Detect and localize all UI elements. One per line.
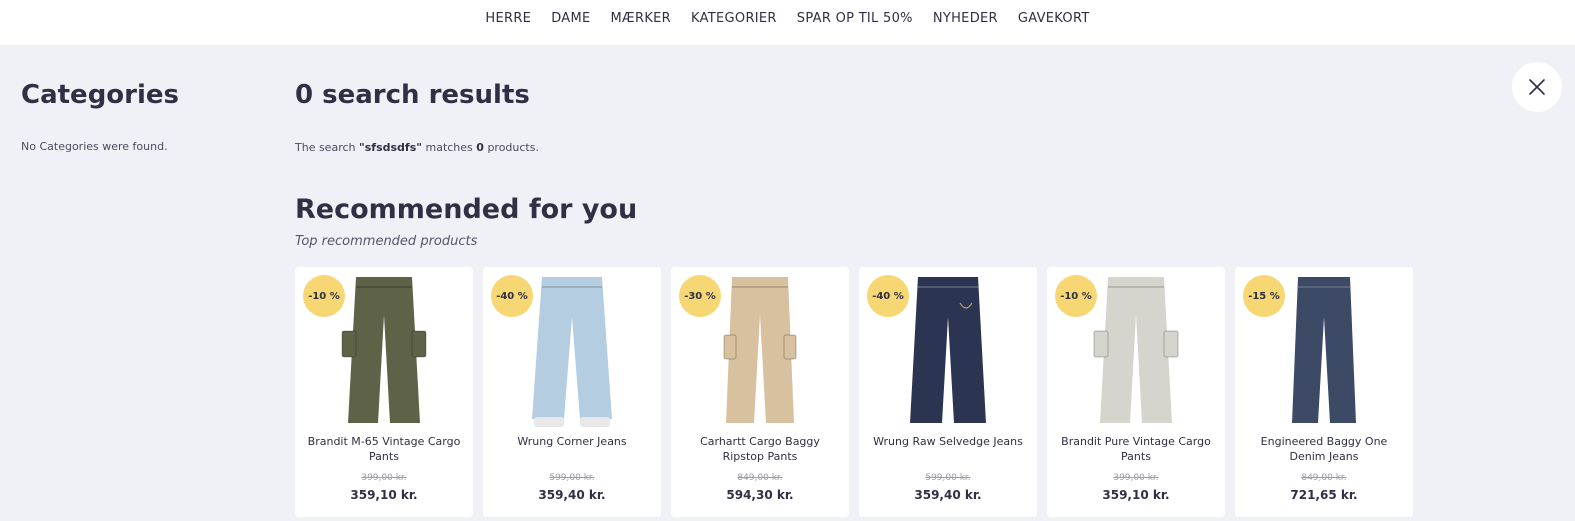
nav-item-dame[interactable]: DAME [551, 11, 590, 26]
results-summary: The search "sfsdsdfs" matches 0 products… [295, 141, 1445, 154]
results-count: 0 [476, 141, 484, 154]
product-card[interactable]: -15 % Engineered Baggy One Denim Jeans 8… [1235, 267, 1413, 517]
categories-sidebar: Categories No Categories were found. [21, 80, 261, 153]
cargo-pants-icon [723, 277, 797, 423]
recommended-title: Recommended for you [295, 194, 638, 225]
search-results: 0 search results The search "sfsdsdfs" m… [295, 80, 1445, 154]
product-name[interactable]: Carhartt Cargo Baggy Ripstop Pants [681, 434, 839, 464]
jeans-icon [532, 277, 612, 427]
product-old-price: 849,00 kr. [737, 473, 783, 483]
nav-item-nyheder[interactable]: NYHEDER [933, 11, 998, 26]
product-name[interactable]: Brandit Pure Vintage Cargo Pants [1057, 434, 1215, 464]
product-card[interactable]: -10 % Brandit M-65 Vintage Cargo Pants 3… [295, 267, 473, 517]
results-text-suffix: products. [487, 141, 539, 154]
jeans-icon [910, 277, 986, 423]
close-search-button[interactable] [1512, 62, 1562, 112]
nav-item-gavekort[interactable]: GAVEKORT [1018, 11, 1090, 26]
product-card[interactable]: -40 % Wrung Corner Jeans 599,00 kr. 359,… [483, 267, 661, 517]
results-text-middle: matches [425, 141, 473, 154]
product-old-price: 599,00 kr. [925, 473, 971, 483]
top-navigation: HERRE DAME MÆRKER KATEGORIER SPAR OP TIL… [0, 0, 1575, 45]
cargo-pants-icon [1093, 277, 1179, 423]
product-old-price: 399,00 kr. [361, 473, 407, 483]
main-menu: HERRE DAME MÆRKER KATEGORIER SPAR OP TIL… [0, 0, 1575, 26]
product-name[interactable]: Brandit M-65 Vintage Cargo Pants [305, 434, 463, 464]
product-price: 594,30 kr. [726, 488, 794, 502]
categories-empty-text: No Categories were found. [21, 140, 168, 153]
product-name[interactable]: Wrung Corner Jeans [493, 434, 651, 449]
nav-item-kategorier[interactable]: KATEGORIER [691, 11, 777, 26]
product-card[interactable]: -30 % Carhartt Cargo Baggy Ripstop Pants… [671, 267, 849, 517]
product-old-price: 849,00 kr. [1301, 473, 1347, 483]
recommended-subtitle: Top recommended products [295, 234, 478, 249]
search-query: "sfsdsdfs" [359, 141, 422, 154]
product-name[interactable]: Engineered Baggy One Denim Jeans [1245, 434, 1403, 464]
product-price: 721,65 kr. [1290, 488, 1358, 502]
product-price: 359,40 kr. [538, 488, 606, 502]
product-card[interactable]: -40 % Wrung Raw Selvedge Jeans 599,00 kr… [859, 267, 1037, 517]
cargo-pants-icon [341, 277, 427, 423]
product-price: 359,10 kr. [1102, 488, 1170, 502]
results-title: 0 search results [295, 80, 530, 110]
close-icon [1529, 79, 1545, 95]
nav-item-spar[interactable]: SPAR OP TIL 50% [797, 11, 913, 26]
nav-item-herre[interactable]: HERRE [485, 11, 531, 26]
product-old-price: 399,00 kr. [1113, 473, 1159, 483]
product-old-price: 599,00 kr. [549, 473, 595, 483]
categories-title: Categories [21, 80, 180, 110]
product-name[interactable]: Wrung Raw Selvedge Jeans [869, 434, 1027, 449]
results-text-prefix: The search [295, 141, 356, 154]
product-price: 359,40 kr. [914, 488, 982, 502]
product-price: 359,10 kr. [350, 488, 418, 502]
product-card[interactable]: -10 % Brandit Pure Vintage Cargo Pants 3… [1047, 267, 1225, 517]
nav-item-maerker[interactable]: MÆRKER [611, 11, 671, 26]
jeans-icon [1292, 277, 1356, 423]
product-grid: -10 % Brandit M-65 Vintage Cargo Pants 3… [295, 267, 1413, 517]
